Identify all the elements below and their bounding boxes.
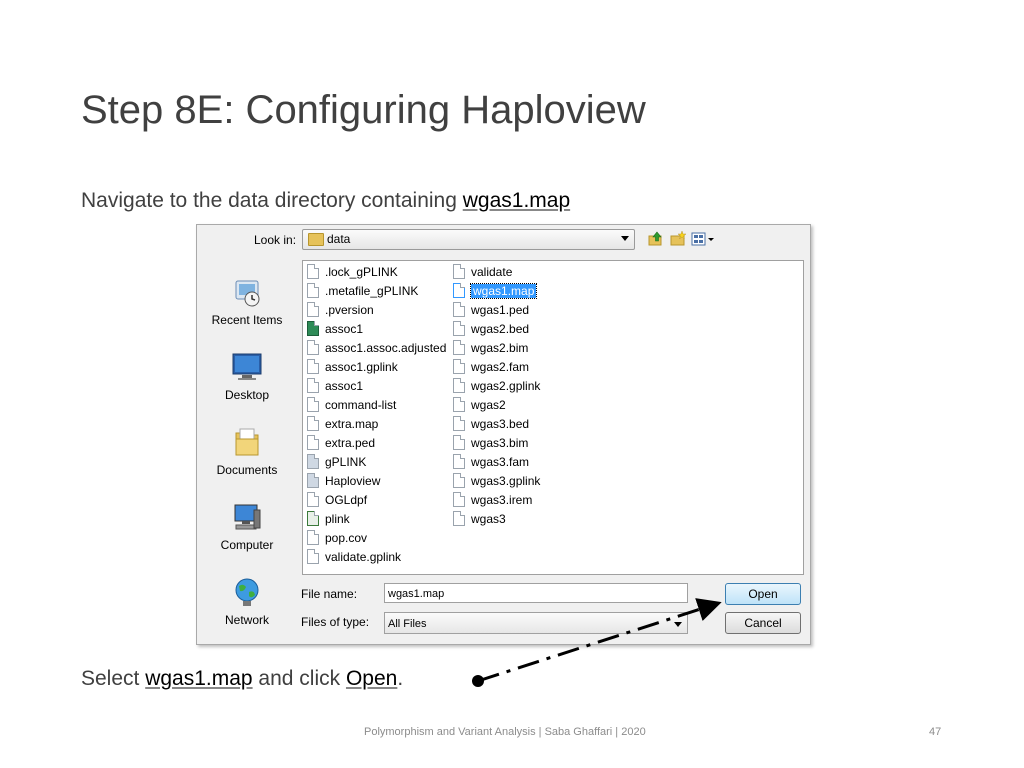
instruction-part: Select [81, 667, 146, 690]
instruction-part: and click [252, 667, 346, 690]
page-number: 47 [929, 726, 942, 738]
pointer-arrow [472, 598, 722, 687]
instruction-filename: wgas1.map [145, 667, 253, 690]
instruction-part: . [397, 667, 404, 690]
instruction-text: Select wgas1.map and click Open. [81, 667, 403, 691]
arrow-origin-dot [472, 675, 484, 687]
slide-footer: Polymorphism and Variant Analysis | Saba… [364, 726, 646, 738]
instruction-action: Open [345, 667, 398, 690]
